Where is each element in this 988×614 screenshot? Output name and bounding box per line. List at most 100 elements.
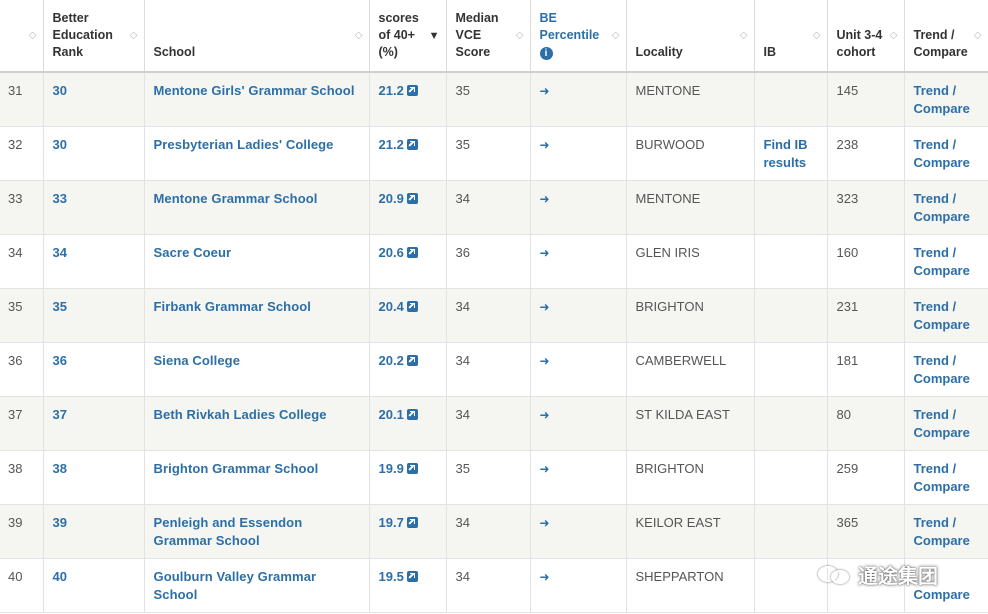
table-row: 35 35 Firbank Grammar School 20.4 34 ➜ BRIGHTO… [0, 288, 988, 343]
table-row: 39 39 Penleigh and Essendon Grammar School… [0, 504, 988, 559]
table-row: 33 33 Mentone Grammar School 20.9 34 ➜ MENTONE… [0, 180, 988, 235]
score-link[interactable]: 21.2 [379, 137, 418, 152]
locality-cell: BRIGHTON [626, 450, 755, 505]
score-cell: 20.2 [369, 342, 447, 397]
rank-link[interactable]: 36 [53, 353, 67, 368]
trend-cell: Trend / Compare [904, 180, 988, 235]
trend-compare-link[interactable]: Trend / Compare [914, 299, 970, 332]
school-ranking-table: ◇ Better Education Rank ◇ School ◇ score… [0, 0, 988, 613]
school-link[interactable]: Goulburn Valley Grammar School [154, 569, 317, 602]
trend-compare-link[interactable]: Trend / Compare [914, 245, 970, 278]
school-link[interactable]: Siena College [154, 353, 241, 368]
rank-link[interactable]: 30 [53, 83, 67, 98]
score-cell: 19.5 [369, 558, 447, 613]
sort-updown-icon[interactable]: ◇ [813, 30, 821, 41]
sort-updown-icon[interactable]: ◇ [516, 30, 524, 41]
trend-compare-link[interactable]: Trend / Compare [914, 515, 970, 548]
school-cell: Mentone Girls' Grammar School [144, 72, 370, 127]
rank-link[interactable]: 40 [53, 569, 67, 584]
school-link[interactable]: Presbyterian Ladies' College [154, 137, 334, 152]
score-link[interactable]: 19.7 [379, 515, 418, 530]
sign-in-icon[interactable]: ➜ [540, 354, 550, 368]
header-cohort[interactable]: Unit 3-4 cohort ◇ [827, 0, 905, 73]
score-link[interactable]: 20.4 [379, 299, 418, 314]
school-link[interactable]: Mentone Girls' Grammar School [154, 83, 355, 98]
trend-compare-link[interactable]: Trend / Compare [914, 191, 970, 224]
table-row: 38 38 Brighton Grammar School 19.9 35 ➜ BRIGHT… [0, 450, 988, 505]
rank-link[interactable]: 39 [53, 515, 67, 530]
trend-compare-link[interactable]: Trend / Compare [914, 407, 970, 440]
sort-updown-icon[interactable]: ◇ [740, 30, 748, 41]
rank-link[interactable]: 34 [53, 245, 67, 260]
header-school[interactable]: School ◇ [144, 0, 370, 73]
locality-cell: MENTONE [626, 180, 755, 235]
sort-descending-icon[interactable]: ▼ [429, 30, 440, 41]
header-rank[interactable]: Better Education Rank ◇ [43, 0, 145, 73]
sign-in-icon[interactable]: ➜ [540, 408, 550, 422]
locality-cell: BRIGHTON [626, 288, 755, 343]
row-index: 38 [0, 450, 44, 505]
score-link[interactable]: 20.2 [379, 353, 418, 368]
sort-updown-icon[interactable]: ◇ [130, 30, 138, 41]
sort-updown-icon[interactable]: ◇ [890, 30, 898, 41]
score-link[interactable]: 21.2 [379, 83, 418, 98]
header-median[interactable]: Median VCE Score ◇ [446, 0, 531, 73]
rank-link[interactable]: 33 [53, 191, 67, 206]
school-link[interactable]: Beth Rivkah Ladies College [154, 407, 327, 422]
score-link[interactable]: 19.9 [379, 461, 418, 476]
rank-cell: 30 [43, 72, 145, 127]
median-cell: 34 [446, 396, 531, 451]
trend-compare-link[interactable]: Trend / Compare [914, 461, 970, 494]
score-cell: 19.9 [369, 450, 447, 505]
rank-link[interactable]: 38 [53, 461, 67, 476]
trend-compare-link[interactable]: Trend / Compare [914, 137, 970, 170]
sign-in-icon[interactable]: ➜ [540, 138, 550, 152]
header-rank-label: Better Education Rank [52, 11, 113, 59]
school-link[interactable]: Brighton Grammar School [154, 461, 319, 476]
row-index: 33 [0, 180, 44, 235]
header-score[interactable]: scores of 40+ (%) ▼ [369, 0, 447, 73]
school-cell: Goulburn Valley Grammar School [144, 558, 370, 613]
cohort-cell: 145 [827, 72, 905, 127]
score-link[interactable]: 19.5 [379, 569, 418, 584]
ib-link[interactable]: Find IB results [764, 137, 808, 170]
score-link[interactable]: 20.1 [379, 407, 418, 422]
header-score-label: scores of 40+ (%) [378, 11, 419, 59]
school-link[interactable]: Penleigh and Essendon Grammar School [154, 515, 303, 548]
trend-compare-link[interactable]: Trend / Compare [914, 353, 970, 386]
header-index[interactable]: ◇ [0, 0, 44, 73]
percentile-cell: ➜ [530, 396, 627, 451]
school-link[interactable]: Mentone Grammar School [154, 191, 318, 206]
sort-updown-icon[interactable]: ◇ [355, 30, 363, 41]
median-cell: 34 [446, 342, 531, 397]
sort-updown-icon[interactable]: ◇ [974, 30, 982, 41]
score-link[interactable]: 20.6 [379, 245, 418, 260]
school-link[interactable]: Firbank Grammar School [154, 299, 312, 314]
sign-in-icon[interactable]: ➜ [540, 300, 550, 314]
trend-cell: Trend / Compare [904, 126, 988, 181]
sort-updown-icon[interactable]: ◇ [29, 30, 37, 41]
cohort-cell: 80 [827, 396, 905, 451]
sign-in-icon[interactable]: ➜ [540, 570, 550, 584]
rank-link[interactable]: 37 [53, 407, 67, 422]
sign-in-icon[interactable]: ➜ [540, 246, 550, 260]
school-cell: Siena College [144, 342, 370, 397]
trend-compare-link[interactable]: Trend / Compare [914, 83, 970, 116]
sign-in-icon[interactable]: ➜ [540, 84, 550, 98]
table-body: 31 30 Mentone Girls' Grammar School 21.2 35 ➜… [0, 72, 988, 613]
sort-updown-icon[interactable]: ◇ [612, 30, 620, 41]
info-circle-icon[interactable]: i [539, 47, 553, 60]
rank-link[interactable]: 30 [53, 137, 67, 152]
school-link[interactable]: Sacre Coeur [154, 245, 232, 260]
rank-cell: 37 [43, 396, 145, 451]
score-link[interactable]: 20.9 [379, 191, 418, 206]
sign-in-icon[interactable]: ➜ [540, 192, 550, 206]
header-trend[interactable]: Trend / Compare ◇ [904, 0, 988, 73]
sign-in-icon[interactable]: ➜ [540, 462, 550, 476]
header-ib[interactable]: IB ◇ [754, 0, 828, 73]
rank-link[interactable]: 35 [53, 299, 67, 314]
sign-in-icon[interactable]: ➜ [540, 516, 550, 530]
header-percentile[interactable]: BE Percentile i ◇ [530, 0, 627, 73]
rank-cell: 40 [43, 558, 145, 613]
header-locality[interactable]: Locality ◇ [626, 0, 755, 73]
